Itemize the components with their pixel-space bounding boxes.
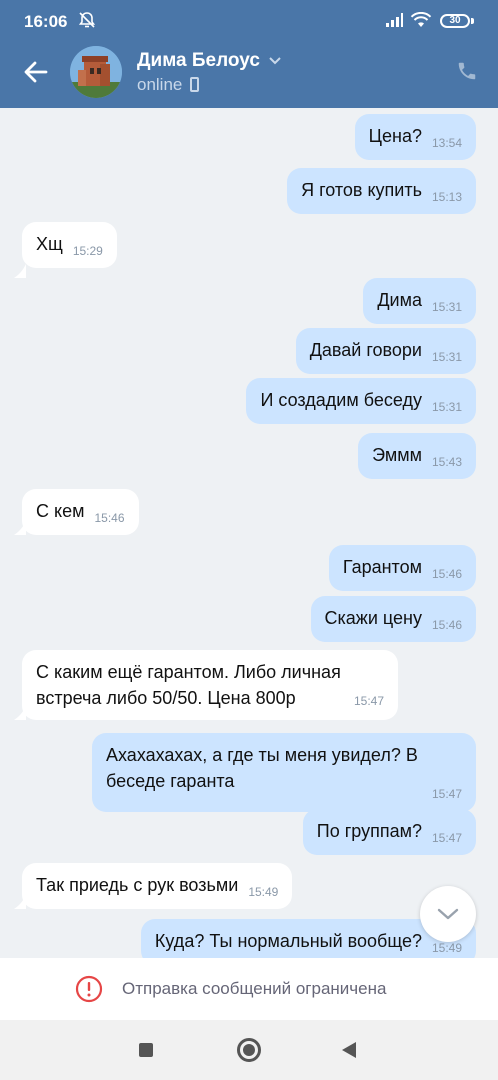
message-text: Куда? Ты нормальный вообще? (154, 931, 422, 951)
message-incoming[interactable]: С кем 15:46 (22, 489, 139, 535)
avatar[interactable] (70, 46, 122, 98)
chat-header: 16:06 30 Дима Белоус online (0, 0, 498, 108)
signal-icon (386, 13, 403, 27)
message-text: Хщ (36, 234, 63, 254)
message-outgoing[interactable]: Я готов купить 15:13 (287, 168, 476, 214)
message-text: По группам? (316, 821, 422, 841)
message-text: Давай говори (309, 340, 422, 360)
message-time: 15:43 (431, 455, 462, 469)
call-icon[interactable] (456, 60, 478, 82)
message-outgoing[interactable]: И создадим беседу 15:31 (246, 378, 476, 424)
bubble-tail (14, 264, 26, 278)
back-arrow-icon[interactable] (22, 58, 50, 86)
chat-name[interactable]: Дима Белоус (137, 50, 260, 72)
message-outgoing[interactable]: По группам? 15:47 (302, 809, 476, 855)
message-time: 15:46 (94, 511, 125, 525)
message-outgoing[interactable]: Эммм 15:43 (358, 433, 476, 479)
message-time: 15:49 (248, 885, 279, 899)
status-bar: 16:06 30 (0, 0, 498, 40)
message-time: 15:31 (431, 400, 462, 414)
message-text: Цена? (368, 126, 422, 146)
message-text: Скажи цену (324, 608, 422, 628)
message-time: 15:31 (431, 300, 462, 314)
message-outgoing[interactable]: Ахахахахах, а где ты меня увидел? В бесе… (92, 733, 476, 812)
status-time: 16:06 (24, 12, 68, 31)
message-time: 15:47 (431, 787, 462, 801)
scroll-down-button[interactable] (420, 886, 476, 942)
message-outgoing[interactable]: Гарантом 15:46 (328, 545, 476, 591)
message-text: С каким ещё гарантом. Либо личная встреч… (36, 662, 341, 708)
message-outgoing[interactable]: Скажи цену 15:46 (310, 596, 476, 642)
wifi-icon (410, 12, 432, 27)
message-text: Ахахахахах, а где ты меня увидел? В бесе… (106, 745, 418, 791)
restriction-text: Отправка сообщений ограничена (122, 979, 387, 998)
message-text: Эммм (372, 445, 422, 465)
message-time: 15:46 (431, 618, 462, 632)
battery-tip (471, 18, 474, 24)
message-restriction-bar: Отправка сообщений ограничена (0, 958, 498, 1020)
message-time: 13:54 (431, 136, 462, 150)
recent-apps-button[interactable] (139, 1043, 153, 1057)
message-time: 15:31 (431, 350, 462, 364)
message-incoming[interactable]: Хщ 15:29 (22, 222, 117, 268)
bell-off-icon (78, 12, 96, 28)
message-time: 15:13 (431, 190, 462, 204)
back-button[interactable] (342, 1042, 356, 1058)
message-text: С кем (36, 501, 85, 521)
message-list[interactable]: Цена? 13:54 Я готов купить 15:13 Хщ 15:29 Д… (0, 108, 498, 958)
message-outgoing[interactable]: Дима 15:31 (363, 278, 476, 324)
chevron-down-icon (437, 908, 459, 920)
online-status: online (137, 75, 183, 94)
message-text: Так приедь с рук возьми (36, 875, 239, 895)
message-time: 15:49 (431, 941, 462, 955)
message-time: 15:29 (72, 244, 103, 258)
battery-icon: 30 (440, 14, 470, 28)
message-time: 15:47 (353, 694, 384, 708)
home-button[interactable] (237, 1038, 261, 1062)
message-text: И создадим беседу (260, 390, 422, 410)
message-incoming[interactable]: С каким ещё гарантом. Либо личная встреч… (22, 650, 398, 720)
message-text: Гарантом (342, 557, 422, 577)
error-icon (75, 975, 103, 1003)
message-time: 15:47 (431, 831, 462, 845)
chevron-down-icon[interactable] (268, 56, 282, 66)
message-outgoing[interactable]: Цена? 13:54 (354, 114, 476, 160)
mobile-icon (190, 77, 199, 92)
avatar-castle-image (70, 46, 122, 98)
message-outgoing[interactable]: Давай говори 15:31 (295, 328, 476, 374)
message-text: Дима (377, 290, 422, 310)
message-text: Я готов купить (301, 180, 422, 200)
message-time: 15:46 (431, 567, 462, 581)
system-nav-bar (0, 1020, 498, 1080)
message-incoming[interactable]: Так приедь с рук возьми 15:49 (22, 863, 293, 909)
